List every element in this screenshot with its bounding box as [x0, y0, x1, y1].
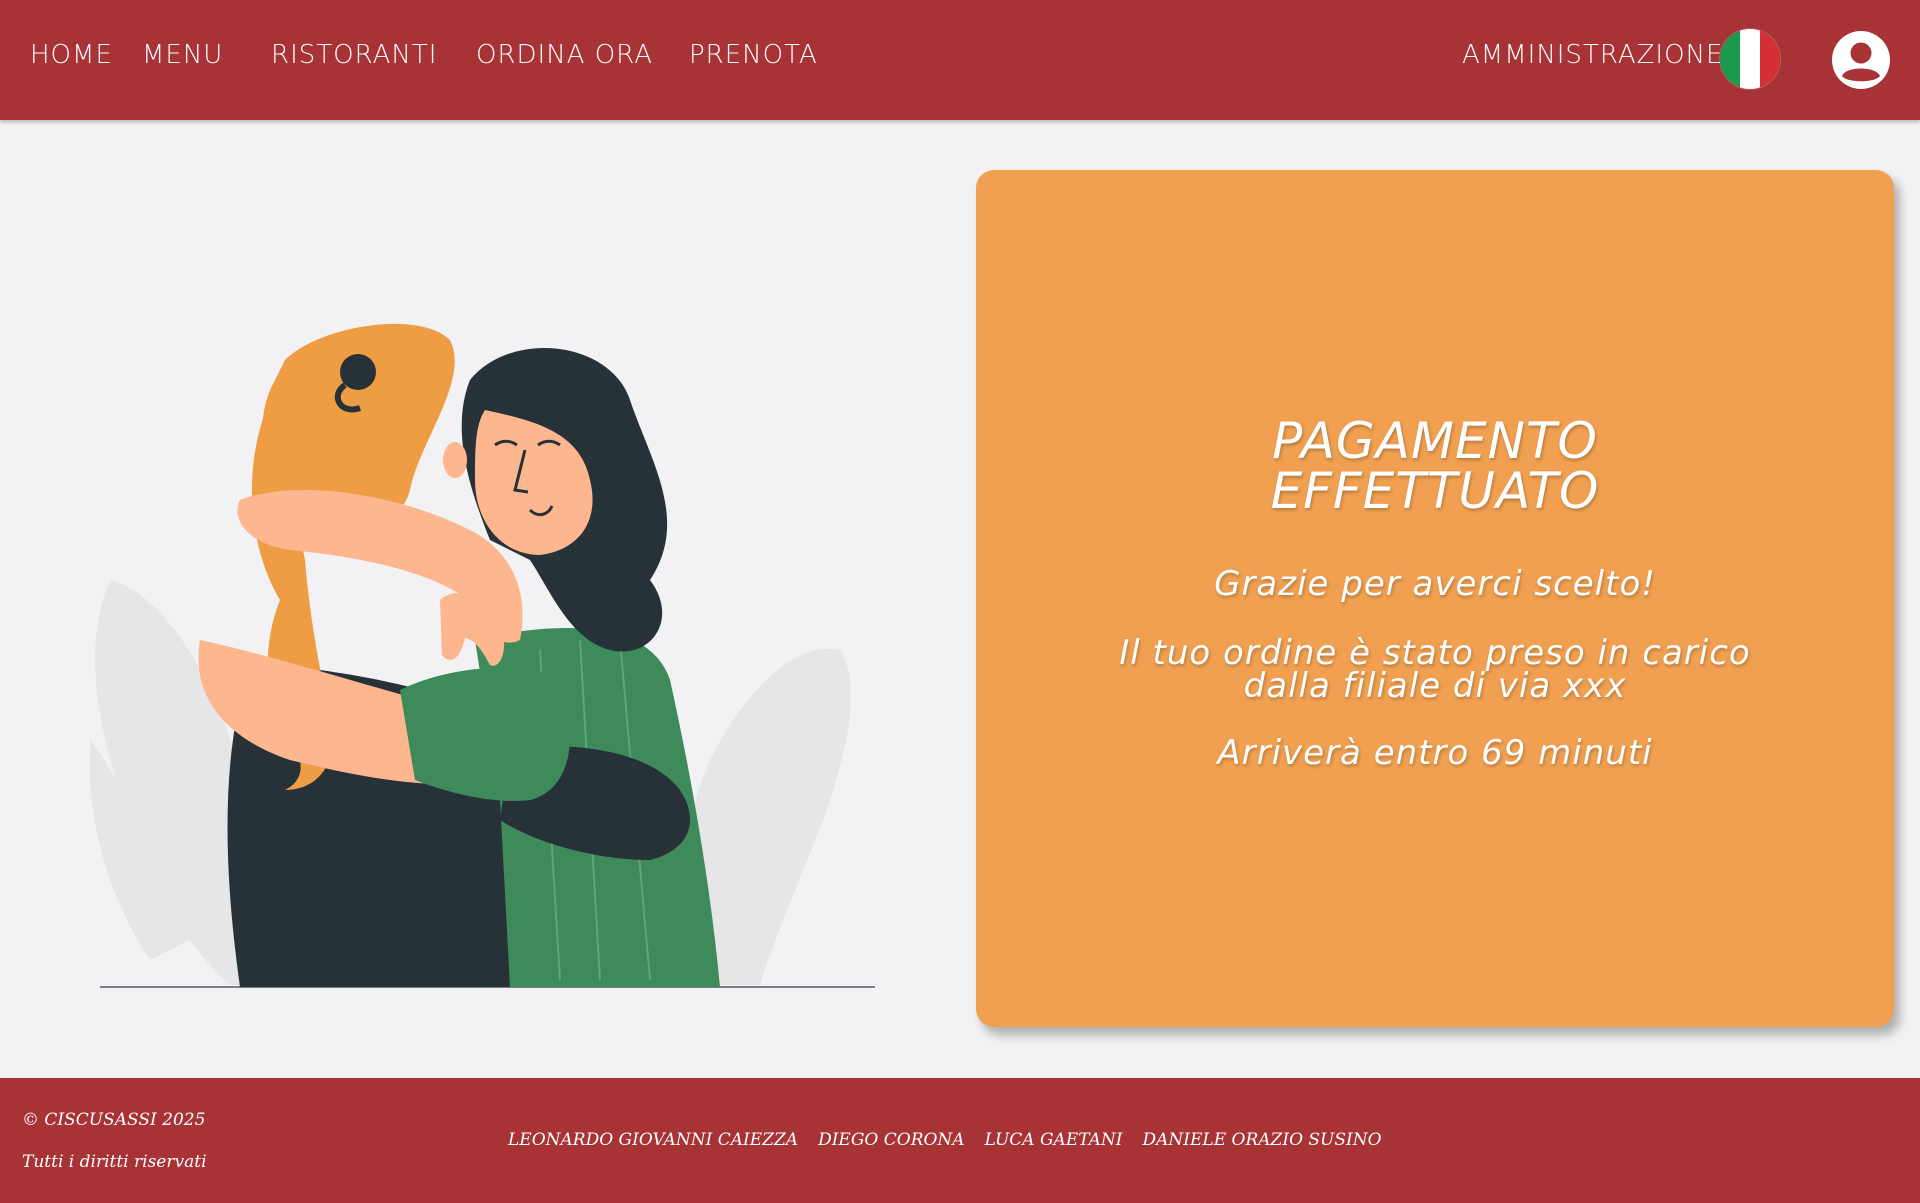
- nav-admin-link[interactable]: AMMINISTRAZIONE: [1462, 40, 1723, 70]
- nav-ristoranti-link[interactable]: RISTORANTI: [271, 40, 437, 70]
- nav-ordina-ora-link[interactable]: ORDINA ORA: [476, 40, 653, 70]
- delivery-eta: Arriverà entro 69 minuti: [1217, 733, 1653, 773]
- order-message-line-2: dalla filiale di via xxx: [1243, 666, 1627, 706]
- nav-home-link[interactable]: HOME: [30, 40, 113, 70]
- hug-illustration: [89, 320, 880, 1000]
- order-message-line-1: Il tuo ordine è stato preso in carico: [1119, 633, 1751, 673]
- author-list: LEONARDO GIOVANNI CAIEZZA DIEGO CORONA L…: [508, 1130, 1382, 1150]
- nav-menu-link[interactable]: MENU: [142, 40, 223, 70]
- author-name: DIEGO CORONA: [818, 1130, 965, 1150]
- nav-prenota-link[interactable]: PRENOTA: [689, 40, 818, 70]
- author-name: LEONARDO GIOVANNI CAIEZZA: [508, 1130, 799, 1150]
- rights-text: Tutti i diritti riservati: [22, 1152, 207, 1172]
- top-navbar: HOME MENU RISTORANTI ORDINA ORA PRENOTA …: [0, 0, 1920, 120]
- author-name: DANIELE ORAZIO SUSINO: [1142, 1130, 1382, 1150]
- card-title: PAGAMENTO EFFETTUATO: [976, 416, 1894, 516]
- thanks-message: Grazie per averci scelto!: [1214, 564, 1656, 604]
- author-name: LUCA GAETANI: [984, 1130, 1123, 1150]
- payment-confirmation-card: PAGAMENTO EFFETTUATO Grazie per averci s…: [976, 170, 1894, 1027]
- site-footer: © CISCUSASSI 2025 Tutti i diritti riserv…: [0, 1078, 1920, 1203]
- user-profile-icon[interactable]: [1831, 30, 1891, 90]
- card-title-line-2: EFFETTUATO: [1270, 462, 1600, 520]
- italian-flag-icon[interactable]: [1720, 29, 1780, 89]
- copyright-text: © CISCUSASSI 2025: [22, 1110, 206, 1130]
